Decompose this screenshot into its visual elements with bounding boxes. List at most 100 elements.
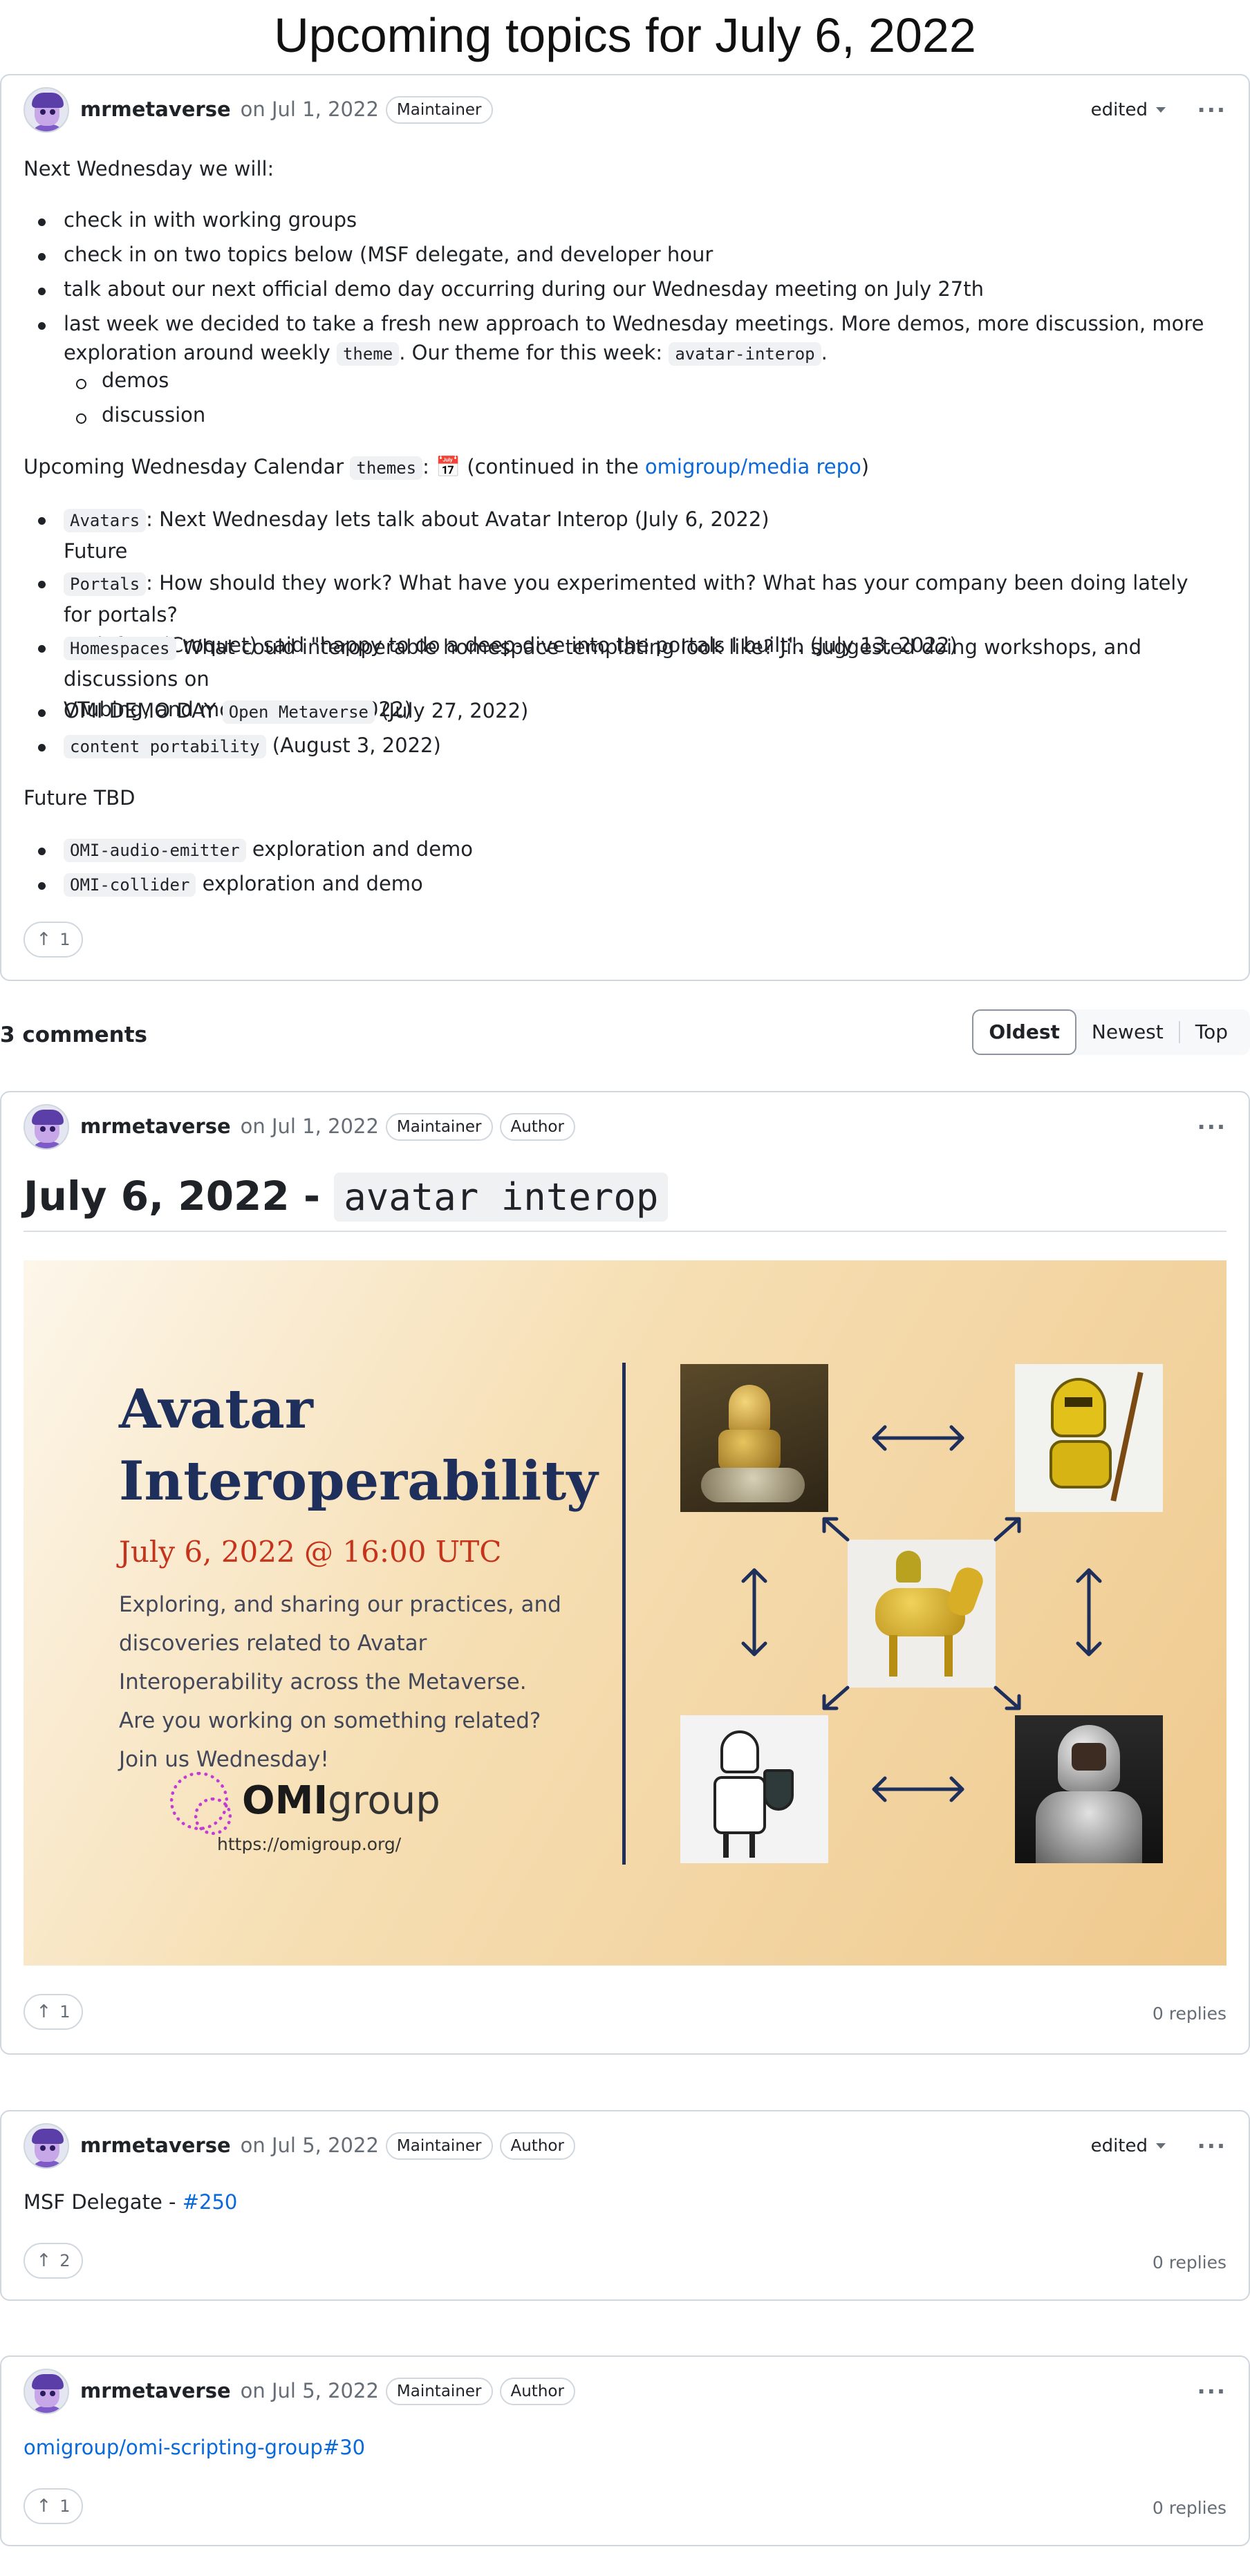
- arrow-up-icon: ↑: [36, 2250, 52, 2271]
- author-badge: Author: [499, 1113, 575, 1141]
- post-header: mrmetaverse on Jul 1, 2022 Maintainer ed…: [24, 75, 1226, 144]
- list-item: last week we decided to take a fresh new…: [38, 309, 1207, 368]
- upvote-button[interactable]: ↑ 2: [24, 2243, 83, 2279]
- more-options-icon[interactable]: ···: [1197, 93, 1226, 127]
- author-name[interactable]: mrmetaverse: [80, 1112, 231, 1142]
- post-date[interactable]: on Jul 1, 2022: [241, 95, 379, 125]
- discussion-post: mrmetaverse on Jul 1, 2022 Maintainer ed…: [0, 74, 1250, 981]
- list-text: (August 3, 2022): [265, 734, 441, 757]
- upvote-count: 2: [59, 2251, 71, 2270]
- calendar-text: (continued in the: [460, 455, 645, 478]
- avatar[interactable]: [24, 2369, 69, 2414]
- inline-code: avatar interop: [334, 1173, 669, 1222]
- comment-header: mrmetaverse on Jul 1, 2022 Maintainer Au…: [24, 1092, 1226, 1161]
- list-text: .: [821, 341, 828, 364]
- inline-code: OMI-audio-emitter: [64, 839, 246, 862]
- upvote-count: 1: [59, 2002, 71, 2022]
- diagonal-arrow-icon: [994, 1686, 1021, 1710]
- comment-heading: July 6, 2022 - avatar interop: [24, 1168, 1226, 1232]
- post-intro: Next Wednesday we will:: [24, 157, 274, 180]
- upvote-count: 1: [59, 2496, 71, 2516]
- more-options-icon[interactable]: ···: [1197, 1110, 1226, 1144]
- comment-card: mrmetaverse on Jul 5, 2022 Maintainer Au…: [0, 2110, 1250, 2301]
- calendar-text: :: [422, 455, 436, 478]
- comment-text: MSF Delegate -: [24, 2190, 183, 2214]
- avatar[interactable]: [24, 87, 69, 133]
- inline-code: theme: [336, 342, 400, 366]
- replies-count[interactable]: 0 replies: [1153, 2495, 1226, 2521]
- avatar[interactable]: [24, 2123, 69, 2169]
- author-name[interactable]: mrmetaverse: [80, 2376, 231, 2407]
- author-name[interactable]: mrmetaverse: [80, 95, 231, 125]
- calendar-icon: 📅: [436, 455, 461, 478]
- sub-list-item: discussion: [76, 400, 1207, 431]
- sort-top-button[interactable]: Top: [1180, 1011, 1243, 1054]
- list-item: OMI-collider exploration and demo: [38, 869, 1207, 899]
- list-item: check in with working groups: [38, 205, 1207, 236]
- more-options-icon[interactable]: ···: [1197, 2375, 1226, 2408]
- comment-header: mrmetaverse on Jul 5, 2022 Maintainer Au…: [24, 2111, 1226, 2181]
- replies-count[interactable]: 0 replies: [1153, 2001, 1226, 2027]
- arrow-up-icon: ↑: [36, 2001, 52, 2022]
- calendar-line: Upcoming Wednesday Calendar themes: 📅 (c…: [24, 452, 1226, 483]
- comment-card: mrmetaverse on Jul 5, 2022 Maintainer Au…: [0, 2355, 1250, 2546]
- list-item: OMI-audio-emitter exploration and demo: [38, 834, 1207, 865]
- comment-date[interactable]: on Jul 5, 2022: [241, 2131, 379, 2161]
- arrow-up-icon: ↑: [36, 928, 52, 950]
- list-text: exploration and demo: [196, 872, 423, 895]
- maintainer-badge: Maintainer: [385, 2132, 493, 2160]
- diagonal-arrow-icon: [822, 1686, 850, 1710]
- future-tbd-label: Future TBD: [24, 786, 136, 810]
- issue-link[interactable]: omigroup/omi-scripting-group#30: [24, 2436, 365, 2459]
- diagonal-arrow-icon: [822, 1517, 850, 1542]
- inline-code: Portals: [64, 572, 147, 596]
- media-repo-link[interactable]: omigroup/media repo: [645, 455, 861, 478]
- upvote-button[interactable]: ↑ 1: [24, 1994, 83, 2030]
- vertical-double-arrow-icon: [1076, 1568, 1102, 1656]
- maintainer-badge: Maintainer: [385, 2378, 493, 2405]
- sort-toggle: Oldest Newest Top: [972, 1009, 1250, 1055]
- comment-header: mrmetaverse on Jul 5, 2022 Maintainer Au…: [24, 2357, 1226, 2426]
- issue-link[interactable]: #250: [183, 2190, 238, 2214]
- list-text: : How should they work? What have you ex…: [64, 571, 1188, 626]
- inline-code: Homespaces: [64, 637, 176, 660]
- sort-oldest-button[interactable]: Oldest: [972, 1009, 1076, 1055]
- comments-count: 3 comments: [0, 1023, 148, 1047]
- list-item: talk about our next official demo day oc…: [38, 274, 1207, 305]
- list-item: check in on two topics below (MSF delega…: [38, 240, 1207, 270]
- avatar[interactable]: [24, 1104, 69, 1150]
- author-name[interactable]: mrmetaverse: [80, 2131, 231, 2161]
- inline-code: themes: [350, 456, 423, 480]
- sub-list-item: demos: [76, 366, 1207, 396]
- list-text: (July 27, 2022): [374, 699, 529, 722]
- list-item: Avatars: Next Wednesday lets talk about …: [38, 504, 1207, 566]
- edited-dropdown[interactable]: edited: [1091, 97, 1166, 124]
- author-badge: Author: [499, 2378, 575, 2405]
- comment-date[interactable]: on Jul 5, 2022: [241, 2376, 379, 2407]
- heading-text: July 6, 2022 -: [24, 1173, 335, 1220]
- horizontal-double-arrow-icon: [872, 1425, 964, 1451]
- calendar-text: ): [861, 455, 870, 478]
- list-text: . Our theme for this week:: [399, 341, 669, 364]
- sort-newest-button[interactable]: Newest: [1076, 1011, 1179, 1054]
- edited-dropdown[interactable]: edited: [1091, 2133, 1166, 2160]
- arrows-overlay: [741, 1425, 1102, 1802]
- inline-code: content portability: [64, 735, 266, 758]
- list-text: What could interoperable homespace templ…: [64, 635, 1141, 691]
- upvote-button[interactable]: ↑ 1: [24, 2488, 83, 2524]
- list-item: content portability (August 3, 2022): [38, 731, 1207, 761]
- list-item: OMI DEMO DAY Open Metaverse (July 27, 20…: [38, 696, 1207, 727]
- more-options-icon[interactable]: ···: [1197, 2129, 1226, 2163]
- vertical-double-arrow-icon: [741, 1568, 767, 1656]
- upvote-button[interactable]: ↑ 1: [24, 922, 83, 958]
- author-badge: Author: [499, 2132, 575, 2160]
- comment-body: omigroup/omi-scripting-group#30: [24, 2433, 1226, 2463]
- horizontal-double-arrow-icon: [872, 1776, 964, 1802]
- comment-body: MSF Delegate - #250: [24, 2187, 1226, 2218]
- replies-count[interactable]: 0 replies: [1153, 2250, 1226, 2276]
- list-text: : Next Wednesday lets talk about Avatar …: [146, 507, 769, 531]
- comment-date[interactable]: on Jul 1, 2022: [241, 1112, 379, 1142]
- edited-label: edited: [1090, 99, 1148, 120]
- page-title: Upcoming topics for July 6, 2022: [274, 8, 976, 62]
- event-banner-image[interactable]: Avatar Interoperability July 6, 2022 @ 16…: [24, 1260, 1226, 1966]
